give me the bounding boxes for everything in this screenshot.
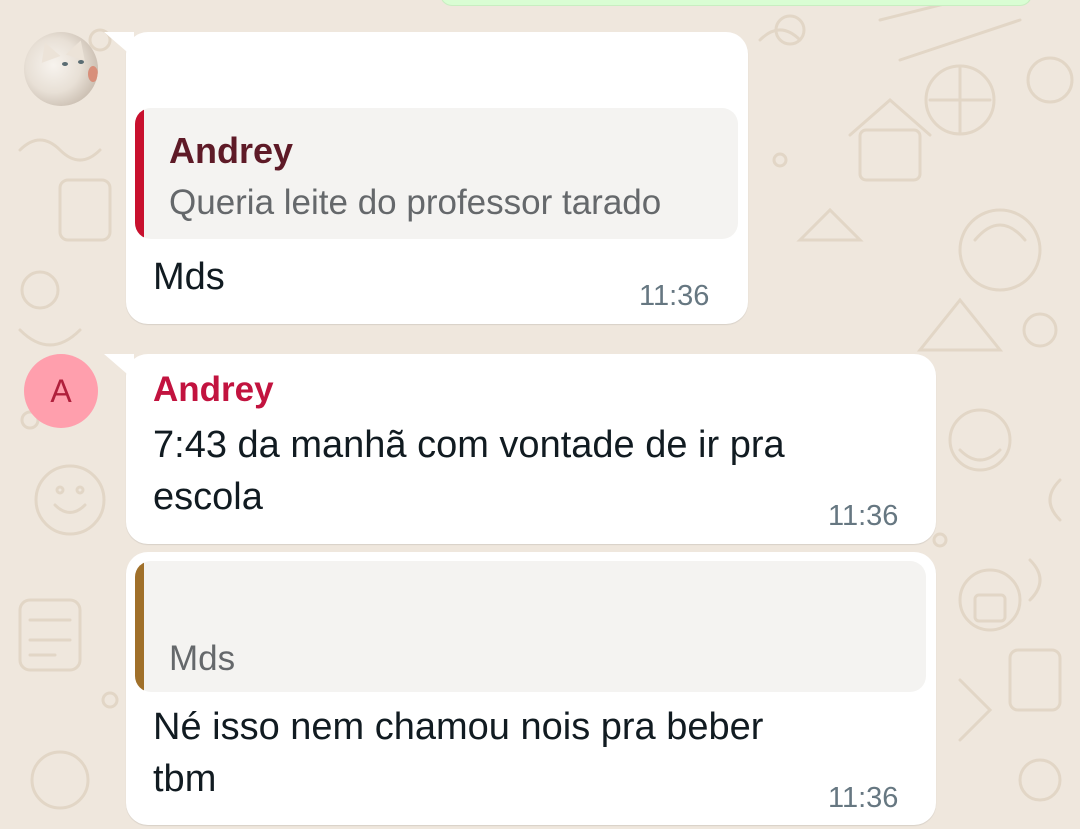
message-time: 11:36 <box>828 782 899 814</box>
message-text: Mds <box>153 256 225 298</box>
message-text-line-1: 7:43 da manhã com vontade de ir pra <box>153 424 785 466</box>
quote-text: Mds <box>169 639 236 678</box>
quote-text: Queria leite do professor tarado <box>169 183 662 222</box>
previous-message-edge <box>440 0 1032 6</box>
message-text-line-2: tbm <box>153 758 217 800</box>
message-text-line-1: Né isso nem chamou nois pra beber <box>153 706 764 748</box>
quote-author: Andrey <box>169 130 294 171</box>
quote-accent-bar <box>135 561 144 692</box>
contact-avatar-photo[interactable] <box>24 32 98 106</box>
quote-accent-bar <box>135 108 144 239</box>
message-bubble[interactable]: Andrey 7:43 da manhã com vontade de ir p… <box>104 354 936 544</box>
message-text-line-2: escola <box>153 476 263 518</box>
contact-avatar-initial[interactable]: A <box>24 354 98 428</box>
sender-name[interactable]: Andrey <box>153 370 274 410</box>
message-time: 11:36 <box>639 280 710 312</box>
message-bubble[interactable]: Andrey Queria leite do professor tarado … <box>104 32 748 324</box>
message-time: 11:36 <box>828 500 899 532</box>
quoted-message[interactable]: Andrey Queria leite do professor tarado <box>135 108 738 239</box>
message-bubble[interactable]: Mds Né isso nem chamou nois pra beber tb… <box>126 552 936 825</box>
quoted-message[interactable]: Mds <box>135 561 926 692</box>
